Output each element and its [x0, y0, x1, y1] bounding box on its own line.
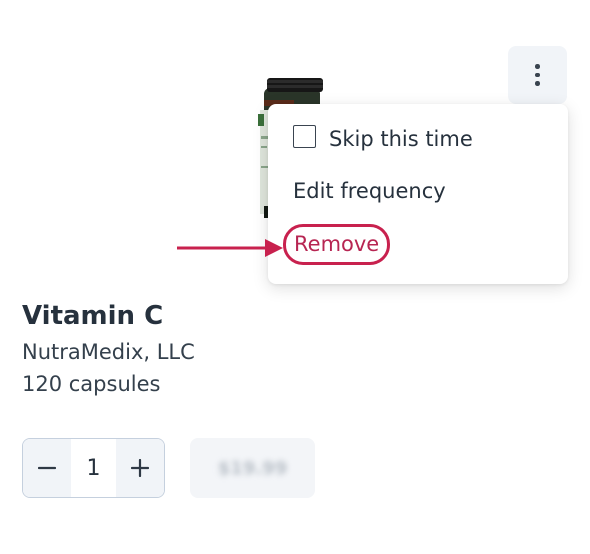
- quantity-stepper: 1: [22, 438, 165, 498]
- product-brand: NutraMedix, LLC: [22, 340, 195, 364]
- increment-button[interactable]: [116, 439, 164, 497]
- product-name: Vitamin C: [22, 301, 164, 331]
- annotation-arrow-icon: [177, 239, 283, 257]
- price-value: $19.99: [217, 457, 288, 479]
- minus-icon: [38, 466, 56, 470]
- quantity-value[interactable]: 1: [71, 439, 116, 497]
- menu-item-edit-frequency[interactable]: Edit frequency: [293, 179, 446, 203]
- more-vertical-icon: [535, 64, 540, 86]
- skip-checkbox[interactable]: [293, 124, 316, 148]
- plus-icon: [131, 459, 149, 477]
- menu-item-skip-this-time[interactable]: Skip this time: [293, 124, 473, 151]
- skip-label: Skip this time: [329, 127, 473, 151]
- decrement-button[interactable]: [23, 439, 71, 497]
- product-size: 120 capsules: [22, 372, 161, 396]
- more-options-button[interactable]: [508, 46, 567, 104]
- options-menu: Skip this time Edit frequency Remove: [268, 104, 568, 284]
- menu-item-remove[interactable]: Remove: [283, 224, 391, 265]
- price-badge: $19.99: [190, 438, 315, 498]
